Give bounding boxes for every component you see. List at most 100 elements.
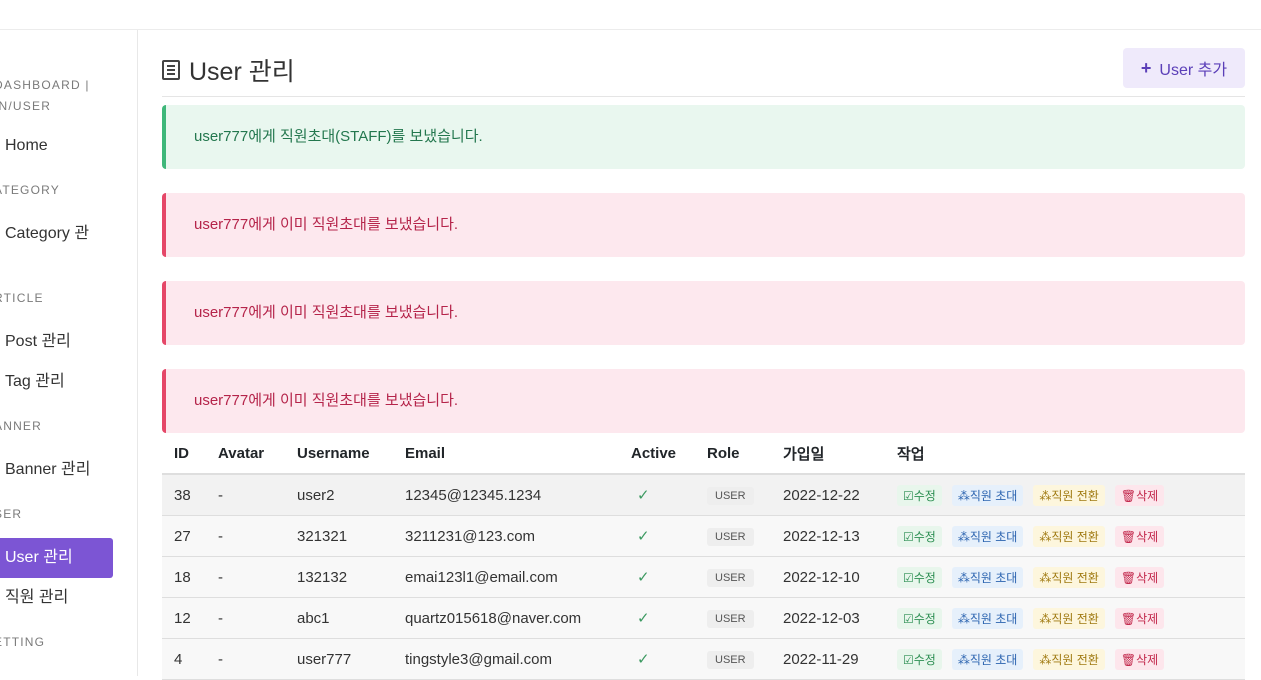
cell-avatar: -	[206, 597, 285, 639]
cell-role: USER	[695, 556, 771, 598]
cell-email-text: emai123l1@email.com	[405, 568, 558, 586]
switch-staff-button[interactable]: ⁂직원 전환	[1033, 648, 1105, 670]
invite-staff-button[interactable]: ⁂직원 초대	[951, 525, 1024, 547]
invite-staff-button[interactable]: ⁂직원 초대	[951, 607, 1024, 629]
cell-username: 132132	[285, 556, 393, 598]
sidebar-heading-admin-user: IN/USER	[0, 99, 52, 113]
sidebar-item-home[interactable]: Home	[0, 126, 113, 166]
sidebar-item-banner[interactable]: Banner 관리	[0, 450, 113, 490]
check-icon: ✓	[637, 487, 650, 504]
edit-button[interactable]: ☑수정	[897, 525, 942, 547]
page-title: User 관리	[162, 52, 295, 88]
alert-success: user777에게 직원초대(STAFF)를 보냈습니다.	[162, 105, 1245, 169]
cell-role: USER	[695, 638, 771, 680]
cell-actions: ☑수정 ⁂직원 초대 ⁂직원 전환 🗑삭제	[885, 556, 1245, 598]
role-badge: USER	[707, 486, 754, 505]
cell-avatar-text: -	[218, 650, 223, 668]
cell-joined-text: 2022-11-29	[783, 650, 859, 668]
delete-button[interactable]: 🗑삭제	[1114, 607, 1165, 629]
role-badge: USER	[707, 568, 754, 587]
edit-button[interactable]: ☑수정	[897, 484, 942, 506]
delete-button[interactable]: 🗑삭제	[1114, 484, 1165, 506]
cell-id-text: 12	[174, 609, 191, 627]
edit-button[interactable]: ☑수정	[897, 566, 942, 588]
page-header: User 관리	[162, 48, 1245, 97]
column-header-actions: 작업	[885, 434, 1245, 475]
cell-avatar: -	[206, 638, 285, 680]
cell-id: 4	[162, 638, 206, 680]
cell-avatar-text: -	[218, 568, 223, 586]
cell-avatar: -	[206, 556, 285, 598]
switch-staff-button[interactable]: ⁂직원 전환	[1033, 525, 1105, 547]
column-header-role[interactable]: Role	[695, 434, 771, 475]
cell-username: user777	[285, 638, 393, 680]
column-header-id[interactable]: ID	[162, 434, 206, 475]
delete-button[interactable]: 🗑삭제	[1114, 525, 1165, 547]
column-header-avatar[interactable]: Avatar	[206, 434, 285, 475]
cell-email: emai123l1@email.com	[393, 556, 619, 598]
cell-id: 18	[162, 556, 206, 598]
table-row: 4 - user777 tingstyle3@gmail.com ✓ USER 2022-1…	[162, 638, 1245, 680]
cell-id: 38	[162, 474, 206, 516]
invite-staff-button[interactable]: ⁂직원 초대	[951, 484, 1024, 506]
cell-email: tingstyle3@gmail.com	[393, 638, 619, 680]
cell-active: ✓	[619, 597, 695, 639]
sidebar-heading-setting: ETTING	[0, 635, 46, 649]
sidebar-heading-banner: ANNER	[0, 419, 43, 433]
sidebar-heading-user: SER	[0, 507, 23, 521]
sidebar-item-tag[interactable]: Tag 관리	[0, 362, 113, 402]
cell-actions: ☑수정 ⁂직원 초대 ⁂직원 전환 🗑삭제	[885, 474, 1245, 516]
cell-username-text: 321321	[297, 527, 348, 545]
cell-username-text: abc1	[297, 609, 330, 627]
sidebar-item-post[interactable]: Post 관리	[0, 322, 113, 362]
column-header-email[interactable]: Email	[393, 434, 619, 475]
cell-avatar: -	[206, 515, 285, 557]
plus-icon: +	[1140, 57, 1152, 78]
cell-joined: 2022-11-29	[771, 638, 885, 680]
cell-email: 3211231@123.com	[393, 515, 619, 557]
table-row: 38 - user2 12345@12345.1234 ✓ USER 2022-12-22 ☑…	[162, 474, 1245, 516]
cell-username-text: 132132	[297, 568, 348, 586]
sidebar: DASHBOARD | IN/USER Home ATEGORY Categor…	[0, 30, 138, 676]
cell-actions: ☑수정 ⁂직원 초대 ⁂직원 전환 🗑삭제	[885, 638, 1245, 680]
check-icon: ✓	[637, 528, 650, 545]
cell-joined-text: 2022-12-13	[783, 527, 860, 545]
cell-username-text: user2	[297, 486, 335, 504]
delete-button[interactable]: 🗑삭제	[1114, 566, 1165, 588]
cell-active: ✓	[619, 515, 695, 557]
delete-button[interactable]: 🗑삭제	[1114, 648, 1165, 670]
cell-email-text: tingstyle3@gmail.com	[405, 650, 552, 668]
add-user-button[interactable]: + User 추가	[1123, 48, 1245, 88]
sidebar-heading-dashboard: DASHBOARD |	[0, 78, 90, 92]
role-badge: USER	[707, 609, 754, 628]
edit-button[interactable]: ☑수정	[897, 648, 942, 670]
edit-button[interactable]: ☑수정	[897, 607, 942, 629]
cell-active: ✓	[619, 556, 695, 598]
cell-avatar: -	[206, 474, 285, 516]
sidebar-item-category[interactable]: Category 관	[0, 214, 113, 254]
alert-danger: user777에게 이미 직원초대를 보냈습니다.	[162, 281, 1245, 345]
cell-active: ✓	[619, 474, 695, 516]
cell-username: abc1	[285, 597, 393, 639]
cell-id-text: 18	[174, 568, 191, 586]
column-header-active[interactable]: Active	[619, 434, 695, 475]
switch-staff-button[interactable]: ⁂직원 전환	[1033, 566, 1105, 588]
cell-avatar-text: -	[218, 609, 223, 627]
cell-avatar-text: -	[218, 527, 223, 545]
column-header-joined[interactable]: 가입일	[771, 434, 885, 475]
cell-username: 321321	[285, 515, 393, 557]
table-row: 27 - 321321 3211231@123.com ✓ USER 2022-12-13 ☑…	[162, 515, 1245, 557]
add-user-button-label: User 추가	[1159, 62, 1228, 79]
cell-id: 27	[162, 515, 206, 557]
cell-id-text: 4	[174, 650, 183, 668]
switch-staff-button[interactable]: ⁂직원 전환	[1033, 484, 1105, 506]
invite-staff-button[interactable]: ⁂직원 초대	[951, 566, 1024, 588]
sidebar-item-staff[interactable]: 직원 관리	[0, 578, 113, 618]
cell-joined-text: 2022-12-10	[783, 568, 860, 586]
cell-email-text: 3211231@123.com	[405, 527, 536, 545]
switch-staff-button[interactable]: ⁂직원 전환	[1033, 607, 1105, 629]
sidebar-item-user[interactable]: User 관리	[0, 538, 113, 578]
column-header-username[interactable]: Username	[285, 434, 393, 475]
cell-username: user2	[285, 474, 393, 516]
invite-staff-button[interactable]: ⁂직원 초대	[951, 648, 1024, 670]
